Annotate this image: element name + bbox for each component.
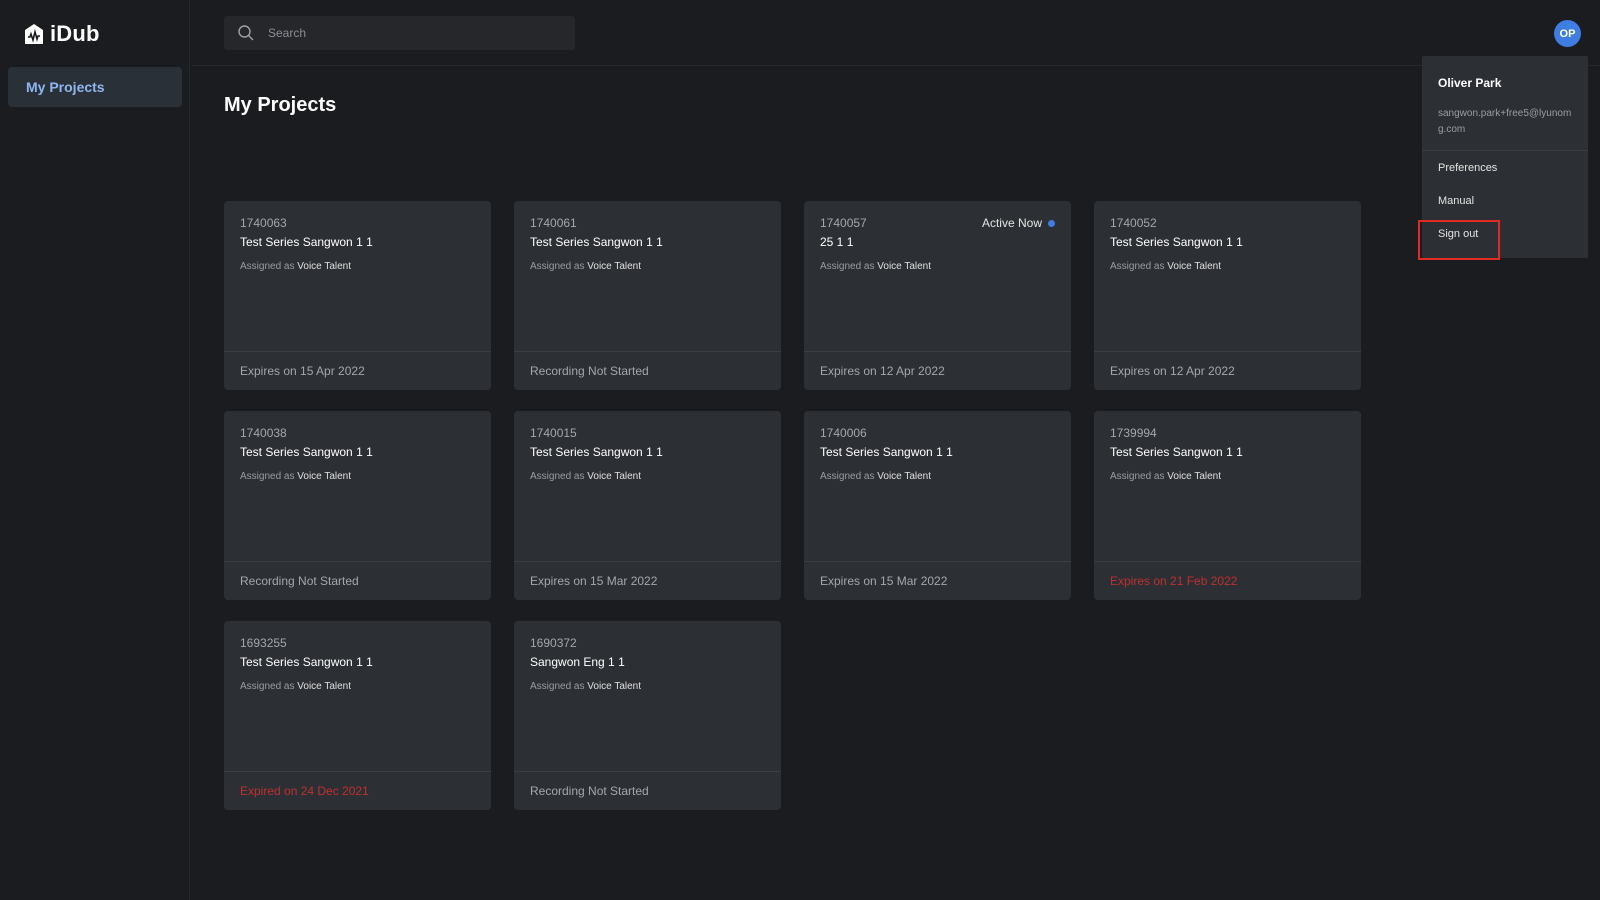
sign-out-highlight (1418, 220, 1500, 260)
assignment-info: Assigned as Voice Talent (240, 471, 351, 482)
project-status: Expires on 15 Apr 2022 (224, 351, 491, 390)
menu-item-manual[interactable]: Manual (1438, 195, 1474, 207)
sidebar: iDub My Projects (0, 0, 190, 900)
assigned-role: Voice Talent (877, 261, 932, 272)
assigned-role: Voice Talent (297, 261, 352, 272)
assignment-info: Assigned as Voice Talent (240, 261, 351, 272)
sidebar-item-my-projects[interactable]: My Projects (8, 67, 182, 107)
assigned-prefix: Assigned as (240, 681, 295, 692)
project-card[interactable]: 1740006 Test Series Sangwon 1 1 Assigned a… (804, 411, 1071, 600)
assigned-role: Voice Talent (587, 471, 642, 482)
project-id: 1740038 (240, 426, 287, 440)
assigned-prefix: Assigned as (240, 261, 295, 272)
search-input[interactable] (268, 16, 558, 50)
project-status: Recording Not Started (514, 771, 781, 810)
house-waveform-icon (25, 24, 43, 44)
project-title: Test Series Sangwon 1 1 (530, 445, 663, 459)
project-title: Test Series Sangwon 1 1 (240, 655, 373, 669)
project-title: 25 1 1 (820, 235, 854, 249)
assigned-role: Voice Talent (877, 471, 932, 482)
project-card[interactable]: 1740063 Test Series Sangwon 1 1 Assigned a… (224, 201, 491, 390)
assignment-info: Assigned as Voice Talent (530, 471, 641, 482)
project-id: 1740061 (530, 216, 577, 230)
top-bar (191, 0, 1600, 66)
project-status: Expires on 15 Mar 2022 (804, 561, 1071, 600)
project-status: Recording Not Started (514, 351, 781, 390)
project-id: 1693255 (240, 636, 287, 650)
user-name: Oliver Park (1438, 76, 1502, 90)
assigned-prefix: Assigned as (530, 681, 585, 692)
project-card[interactable]: 1693255 Test Series Sangwon 1 1 Assigned a… (224, 621, 491, 810)
project-status: Expires on 12 Apr 2022 (804, 351, 1071, 390)
active-now-badge: Active Now (982, 216, 1055, 230)
assignment-info: Assigned as Voice Talent (530, 261, 641, 272)
menu-divider (1422, 150, 1588, 151)
project-title: Test Series Sangwon 1 1 (530, 235, 663, 249)
project-id: 1740006 (820, 426, 867, 440)
project-card[interactable]: 1739994 Test Series Sangwon 1 1 Assigned a… (1094, 411, 1361, 600)
project-status: Expires on 15 Mar 2022 (514, 561, 781, 600)
menu-item-preferences[interactable]: Preferences (1438, 162, 1497, 174)
project-id: 1739994 (1110, 426, 1157, 440)
project-status: Recording Not Started (224, 561, 491, 600)
assignment-info: Assigned as Voice Talent (1110, 471, 1221, 482)
project-title: Test Series Sangwon 1 1 (820, 445, 953, 459)
assigned-prefix: Assigned as (820, 261, 875, 272)
project-title: Test Series Sangwon 1 1 (1110, 445, 1243, 459)
project-status: Expires on 21 Feb 2022 (1094, 561, 1361, 600)
user-avatar[interactable]: OP (1554, 20, 1581, 47)
project-status: Expired on 24 Dec 2021 (224, 771, 491, 810)
assigned-prefix: Assigned as (820, 471, 875, 482)
project-status: Expires on 12 Apr 2022 (1094, 351, 1361, 390)
project-card[interactable]: 1740061 Test Series Sangwon 1 1 Assigned a… (514, 201, 781, 390)
assignment-info: Assigned as Voice Talent (240, 681, 351, 692)
app-logo[interactable]: iDub (24, 20, 100, 48)
assignment-info: Assigned as Voice Talent (530, 681, 641, 692)
active-now-label: Active Now (981, 216, 1042, 230)
assigned-prefix: Assigned as (530, 261, 585, 272)
search-icon (238, 25, 254, 41)
assigned-role: Voice Talent (587, 261, 642, 272)
project-card[interactable]: 1740038 Test Series Sangwon 1 1 Assigned a… (224, 411, 491, 600)
project-title: Sangwon Eng 1 1 (530, 655, 625, 669)
project-card[interactable]: 1740015 Test Series Sangwon 1 1 Assigned a… (514, 411, 781, 600)
assignment-info: Assigned as Voice Talent (820, 261, 931, 272)
assigned-prefix: Assigned as (240, 471, 295, 482)
assigned-role: Voice Talent (297, 681, 352, 692)
page-title: My Projects (224, 94, 337, 116)
assignment-info: Assigned as Voice Talent (1110, 261, 1221, 272)
assigned-prefix: Assigned as (1110, 261, 1165, 272)
project-card[interactable]: 1740052 Test Series Sangwon 1 1 Assigned a… (1094, 201, 1361, 390)
app-name: iDub (50, 21, 100, 46)
project-id: 1740015 (530, 426, 577, 440)
project-title: Test Series Sangwon 1 1 (240, 235, 373, 249)
assigned-role: Voice Talent (1167, 261, 1222, 272)
assigned-prefix: Assigned as (1110, 471, 1165, 482)
project-id: 1690372 (530, 636, 577, 650)
project-id: 1740057 (820, 216, 867, 230)
blue-dot-icon (1048, 219, 1055, 227)
project-card[interactable]: 1690372 Sangwon Eng 1 1 Assigned as Voice … (514, 621, 781, 810)
assigned-role: Voice Talent (297, 471, 352, 482)
search-bar[interactable] (224, 16, 575, 50)
project-title: Test Series Sangwon 1 1 (240, 445, 373, 459)
assigned-role: Voice Talent (1167, 471, 1222, 482)
sidebar-item-label: My Projects (26, 79, 105, 95)
project-title: Test Series Sangwon 1 1 (1110, 235, 1243, 249)
user-email: sangwon.park+free5@lyunomg.com (1438, 108, 1572, 135)
project-id: 1740063 (240, 216, 287, 230)
project-id: 1740052 (1110, 216, 1157, 230)
assignment-info: Assigned as Voice Talent (820, 471, 931, 482)
assigned-role: Voice Talent (587, 681, 642, 692)
project-card[interactable]: 1740057 Active Now 25 1 1 Assigned as Voice… (804, 201, 1071, 390)
assigned-prefix: Assigned as (530, 471, 585, 482)
